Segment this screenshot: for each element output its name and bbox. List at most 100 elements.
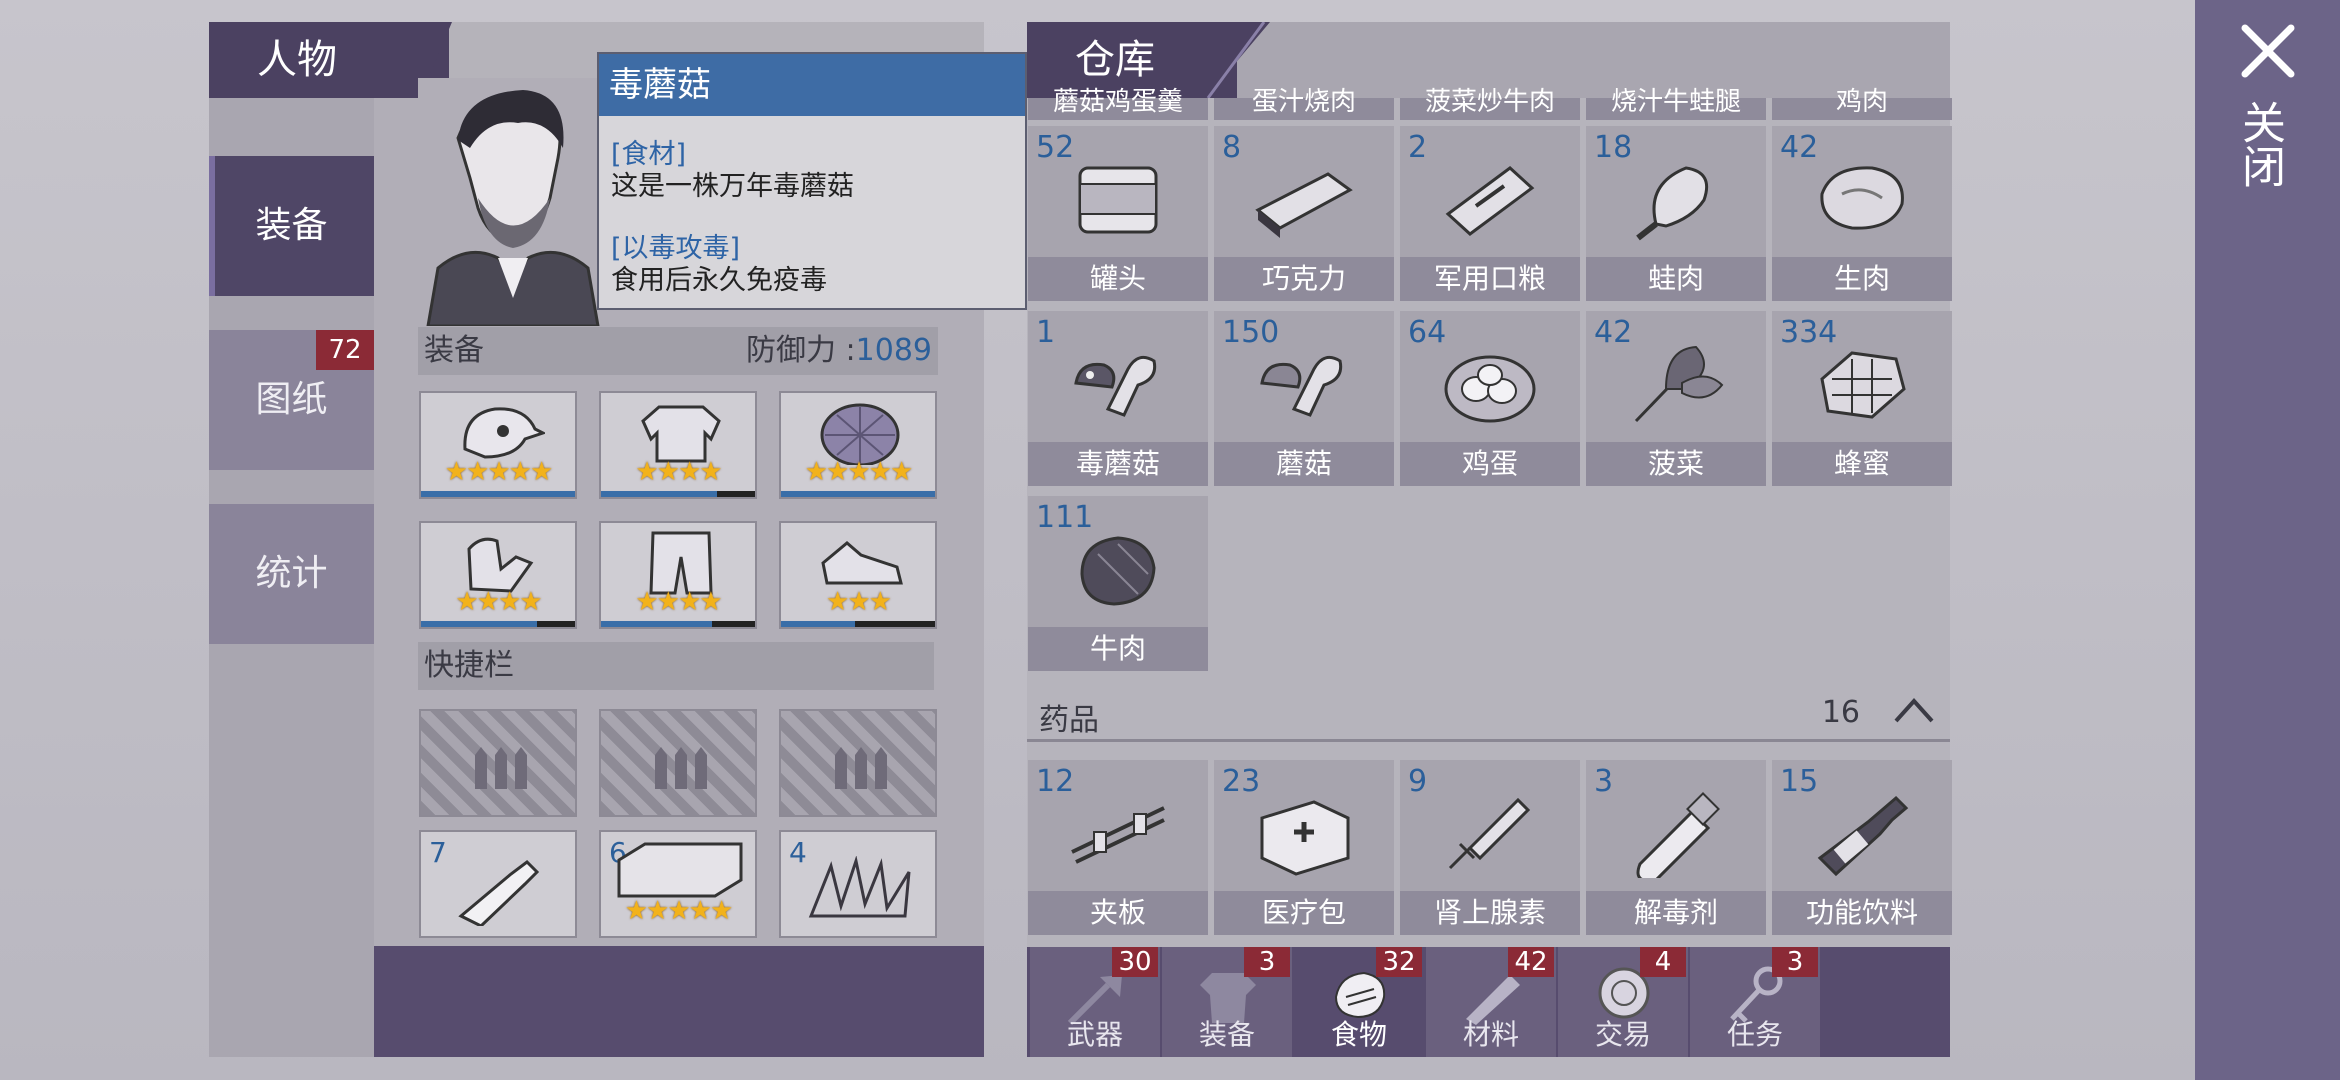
item-name: 医疗包 (1214, 891, 1394, 935)
slot-stars: ★★★★★ (624, 896, 734, 926)
brick-icon (617, 842, 743, 898)
item-splint[interactable]: 12 夹板 (1028, 760, 1208, 935)
quickbar-item-thorns[interactable]: 4 (779, 830, 937, 938)
category-tasks[interactable]: 3 任务 (1690, 947, 1820, 1057)
category-label: 食物 (1330, 1018, 1387, 1051)
close-label[interactable]: 关闭 (2234, 100, 2291, 188)
quickbar-locked-slot (779, 709, 937, 817)
medicine-count: 16 (1821, 695, 1860, 730)
tab-equipment[interactable]: 装备 (209, 156, 374, 296)
equip-slot-helmet[interactable]: ★★★★★ (419, 391, 577, 499)
item-name: 蘑菇 (1214, 442, 1394, 486)
spinach-icon (1634, 345, 1724, 423)
item-honey[interactable]: 334 蜂蜜 (1772, 311, 1952, 486)
medkit-icon (1260, 800, 1350, 876)
splint-icon (1071, 806, 1165, 864)
item-poison-mushroom[interactable]: 1 毒蘑菇 (1028, 311, 1208, 486)
item-mushroom[interactable]: 150 蘑菇 (1214, 311, 1394, 486)
tooltip-text: 食用后永久免疫毒 (611, 265, 827, 296)
category-badge: 3 (1772, 947, 1818, 977)
bottle-icon (458, 860, 540, 926)
item-name: 牛肉 (1028, 627, 1208, 671)
close-sidebar[interactable]: 关闭 (2195, 0, 2340, 1080)
item-chocolate[interactable]: 8 巧克力 (1214, 126, 1394, 301)
item-energy-drink[interactable]: 15 功能饮料 (1772, 760, 1952, 935)
quickbar-item-bottle[interactable]: 7 (419, 830, 577, 938)
equipment-section-bar: 装备 防御力 :1089 (418, 327, 938, 375)
item-name: 生肉 (1772, 257, 1952, 301)
egg-icon (1444, 355, 1536, 423)
quickbar-count: 7 (429, 836, 447, 869)
thorns-icon (808, 856, 911, 918)
close-icon[interactable] (2241, 24, 2295, 78)
character-portrait (418, 78, 603, 326)
helmet-icon (463, 407, 545, 459)
durability-bar (601, 621, 755, 627)
category-label: 材料 (1462, 1018, 1519, 1051)
item-antidote[interactable]: 3 解毒剂 (1586, 760, 1766, 935)
cut-row-label: 蛋汁烧肉 (1214, 89, 1394, 120)
item-name: 功能饮料 (1772, 891, 1952, 935)
turtle-shell-icon (820, 403, 900, 465)
category-food[interactable]: 32 食物 (1294, 947, 1424, 1057)
quickbar-locked-slot (599, 709, 757, 817)
durability-bar (421, 491, 575, 497)
character-bottom-bar (374, 946, 984, 1057)
category-label: 交易 (1594, 1018, 1651, 1051)
character-title-text: 人物 (257, 37, 337, 83)
raw-meat-icon (1820, 166, 1904, 230)
item-raw-meat[interactable]: 42 生肉 (1772, 126, 1952, 301)
item-spinach[interactable]: 42 菠菜 (1586, 311, 1766, 486)
character-title: 人物 (209, 22, 449, 98)
item-count: 8 (1222, 130, 1242, 165)
durability-bar (781, 491, 935, 497)
category-badge: 32 (1376, 947, 1422, 977)
durability-bar (601, 491, 755, 497)
slot-stars: ★★★★ (635, 457, 722, 487)
equip-slot-pants[interactable]: ★★★★ (599, 521, 757, 629)
poison-mushroom-icon (1074, 355, 1157, 417)
item-name: 军用口粮 (1400, 257, 1580, 301)
item-frog-meat[interactable]: 18 蛙肉 (1586, 126, 1766, 301)
item-ration[interactable]: 2 军用口粮 (1400, 126, 1580, 301)
armor-icon (641, 405, 721, 463)
item-beef[interactable]: 111 牛肉 (1028, 496, 1208, 671)
item-medkit[interactable]: 23 医疗包 (1214, 760, 1394, 935)
defense-value: 1089 (855, 333, 932, 368)
category-weapons[interactable]: 30 武器 (1030, 947, 1160, 1057)
equip-slot-shoes[interactable]: ★★★ (779, 521, 937, 629)
equip-slot-armor[interactable]: ★★★★ (599, 391, 757, 499)
category-trade[interactable]: 4 交易 (1558, 947, 1688, 1057)
chevron-up-icon[interactable] (1892, 695, 1936, 725)
item-canned-food[interactable]: 52 罐头 (1028, 126, 1208, 301)
category-materials[interactable]: 42 材料 (1426, 947, 1556, 1057)
tab-stats-label: 统计 (255, 553, 328, 594)
item-name: 蜂蜜 (1772, 442, 1952, 486)
quickbar-item-brick[interactable]: 6 ★★★★★ (599, 830, 757, 938)
item-count: 1 (1036, 315, 1056, 350)
defense-label: 防御力 : (745, 333, 856, 368)
ration-icon (1445, 166, 1535, 236)
medicine-header[interactable]: 药品 16 (1027, 685, 1950, 742)
equip-slot-gloves[interactable]: ★★★★ (419, 521, 577, 629)
honeycomb-icon (1820, 351, 1906, 419)
item-adrenaline[interactable]: 9 肾上腺素 (1400, 760, 1580, 935)
lock-fence-icon (655, 747, 707, 789)
tab-stats[interactable]: 统计 (209, 504, 374, 644)
tooltip-title: 毒蘑菇 (599, 54, 1025, 116)
drink-icon (1817, 795, 1909, 877)
item-count: 3 (1594, 764, 1614, 799)
can-icon (1078, 166, 1158, 234)
equip-slot-shell[interactable]: ★★★★★ (779, 391, 937, 499)
quickbar-section-label: 快捷栏 (424, 648, 514, 683)
item-egg[interactable]: 64 鸡蛋 (1400, 311, 1580, 486)
category-equipment[interactable]: 3 装备 (1162, 947, 1292, 1057)
item-name: 鸡蛋 (1400, 442, 1580, 486)
mushroom-icon (1260, 355, 1343, 417)
warehouse-title-text: 仓库 (1075, 37, 1155, 83)
category-badge: 42 (1508, 947, 1554, 977)
cut-row-label: 菠菜炒牛肉 (1400, 89, 1580, 120)
item-name: 罐头 (1028, 257, 1208, 301)
durability-bar (421, 621, 575, 627)
gloves-icon (467, 537, 534, 593)
